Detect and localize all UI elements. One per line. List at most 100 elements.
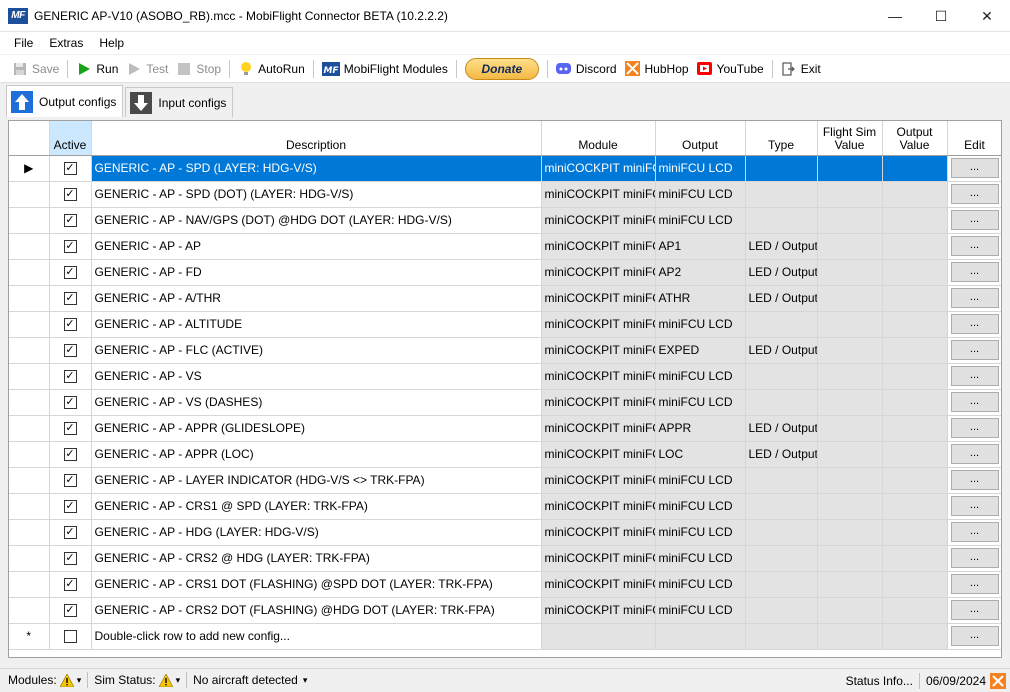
active-cell[interactable]: ✓ [49, 545, 92, 572]
active-checkbox[interactable]: ✓ [63, 474, 77, 488]
row-header[interactable] [9, 441, 50, 468]
table-row[interactable]: ✓ GENERIC - AP - FLC (ACTIVE) miniCOCKPIT … [9, 337, 1001, 364]
edit-button[interactable]: ... [950, 444, 999, 464]
active-cell[interactable]: ✓ [49, 311, 92, 338]
edit-button[interactable]: ... [950, 366, 999, 386]
column-header-output-value[interactable]: Output Value [882, 121, 948, 156]
description-cell[interactable]: GENERIC - AP - CRS1 DOT (FLASHING) @SPD … [91, 571, 542, 598]
column-header-module[interactable]: Module [541, 121, 656, 156]
active-cell[interactable]: ✓ [49, 597, 92, 624]
description-cell[interactable]: GENERIC - AP - VS (DASHES) [91, 389, 542, 416]
menu-help[interactable]: Help [91, 36, 132, 50]
tab-input-configs[interactable]: Input configs [125, 87, 234, 117]
active-cell[interactable]: ✓ [49, 493, 92, 520]
row-header[interactable] [9, 493, 50, 520]
active-checkbox[interactable] [63, 630, 77, 644]
row-header[interactable] [9, 415, 50, 442]
active-cell[interactable]: ✓ [49, 415, 92, 442]
active-cell[interactable]: ✓ [49, 519, 92, 546]
sim-status[interactable]: Sim Status: ▾ [90, 673, 184, 687]
active-checkbox[interactable]: ✓ [63, 214, 77, 228]
row-header[interactable] [9, 519, 50, 546]
edit-button[interactable]: ... [950, 262, 999, 282]
table-row[interactable]: ✓ GENERIC - AP - CRS1 DOT (FLASHING) @SPD… [9, 571, 1001, 598]
row-header[interactable] [9, 233, 50, 260]
active-cell[interactable]: ✓ [49, 181, 92, 208]
column-header-active[interactable]: Active [49, 121, 92, 156]
status-info-link[interactable]: Status Info... [842, 674, 917, 688]
row-header[interactable] [9, 389, 50, 416]
edit-button[interactable]: ... [950, 158, 999, 178]
row-header[interactable]: * [9, 623, 50, 650]
row-header[interactable] [9, 207, 50, 234]
active-checkbox[interactable]: ✓ [63, 162, 77, 176]
minimize-button[interactable]: — [872, 0, 918, 32]
table-row[interactable]: ✓ GENERIC - AP - A/THRminiCOCKPIT miniFCU… [9, 285, 1001, 312]
active-cell[interactable]: ✓ [49, 441, 92, 468]
column-header-edit[interactable]: Edit [947, 121, 1001, 156]
active-checkbox[interactable]: ✓ [63, 552, 77, 566]
row-header[interactable] [9, 467, 50, 494]
row-header[interactable] [9, 285, 50, 312]
active-cell[interactable]: ✓ [49, 259, 92, 286]
active-cell[interactable]: ✓ [49, 207, 92, 234]
edit-button[interactable]: ... [950, 418, 999, 438]
active-checkbox[interactable]: ✓ [63, 292, 77, 306]
row-header[interactable] [9, 337, 50, 364]
edit-button[interactable]: ... [950, 184, 999, 204]
menu-extras[interactable]: Extras [41, 36, 91, 50]
maximize-button[interactable]: ☐ [918, 0, 964, 32]
exit-button[interactable]: Exit [777, 57, 825, 81]
table-row[interactable]: ✓ GENERIC - AP - FDminiCOCKPIT miniFCUAP2… [9, 259, 1001, 286]
hubhop-button[interactable]: HubHop [621, 57, 693, 81]
description-cell[interactable]: GENERIC - AP - FLC (ACTIVE) [91, 337, 542, 364]
table-row[interactable]: ✓ GENERIC - AP - CRS2 @ HDG (LAYER: TRK-F… [9, 545, 1001, 572]
row-header[interactable] [9, 311, 50, 338]
edit-button[interactable]: ... [950, 600, 999, 620]
autorun-button[interactable]: AutoRun [234, 57, 309, 81]
row-header[interactable] [9, 597, 50, 624]
active-checkbox[interactable]: ✓ [63, 578, 77, 592]
row-header[interactable] [9, 545, 50, 572]
description-cell[interactable]: GENERIC - AP - CRS2 DOT (FLASHING) @HDG … [91, 597, 542, 624]
edit-button[interactable]: ... [950, 288, 999, 308]
edit-button[interactable]: ... [950, 548, 999, 568]
row-header[interactable] [9, 363, 50, 390]
table-row[interactable]: ✓ GENERIC - AP - ALTITUDE miniCOCKPIT mini… [9, 311, 1001, 338]
edit-button[interactable]: ... [950, 626, 999, 646]
active-checkbox[interactable]: ✓ [63, 370, 77, 384]
edit-button[interactable]: ... [950, 340, 999, 360]
edit-button[interactable]: ... [950, 210, 999, 230]
test-button[interactable]: Test [122, 57, 172, 81]
table-row[interactable]: ✓ GENERIC - AP - APPR (GLIDESLOPE) miniCOC… [9, 415, 1001, 442]
active-checkbox[interactable]: ✓ [63, 422, 77, 436]
active-checkbox[interactable]: ✓ [63, 188, 77, 202]
table-row[interactable]: ✓ GENERIC - AP - LAYER INDICATOR (HDG-V/S… [9, 467, 1001, 494]
active-cell[interactable]: ✓ [49, 285, 92, 312]
table-row[interactable]: ▶ ✓ GENERIC - AP - SPD (LAYER: HDG-V/S) min… [9, 155, 1001, 182]
active-cell[interactable] [49, 623, 92, 650]
edit-button[interactable]: ... [950, 470, 999, 490]
description-cell[interactable]: GENERIC - AP - HDG (LAYER: HDG-V/S) [91, 519, 542, 546]
row-header[interactable] [9, 259, 50, 286]
active-checkbox[interactable]: ✓ [63, 240, 77, 254]
active-cell[interactable]: ✓ [49, 233, 92, 260]
active-cell[interactable]: ✓ [49, 363, 92, 390]
active-checkbox[interactable]: ✓ [63, 344, 77, 358]
edit-button[interactable]: ... [950, 574, 999, 594]
modules-status[interactable]: Modules: ▾ [4, 673, 85, 687]
active-cell[interactable]: ✓ [49, 337, 92, 364]
row-header[interactable] [9, 181, 50, 208]
row-header[interactable]: ▶ [9, 155, 50, 182]
tab-output-configs[interactable]: Output configs [6, 85, 124, 117]
close-button[interactable]: ✕ [964, 0, 1010, 32]
column-header-description[interactable]: Description [91, 121, 542, 156]
table-row[interactable]: ✓ GENERIC - AP - APminiCOCKPIT miniFCUAP1… [9, 233, 1001, 260]
active-cell[interactable]: ✓ [49, 155, 92, 182]
description-cell[interactable]: GENERIC - AP - ALTITUDE [91, 311, 542, 338]
aircraft-status[interactable]: No aircraft detected ▾ [189, 673, 311, 687]
active-checkbox[interactable]: ✓ [63, 526, 77, 540]
edit-button[interactable]: ... [950, 392, 999, 412]
table-row[interactable]: ✓ GENERIC - AP - SPD (DOT) (LAYER: HDG-V/… [9, 181, 1001, 208]
table-row[interactable]: ✓ GENERIC - AP - CRS2 DOT (FLASHING) @HDG… [9, 597, 1001, 624]
